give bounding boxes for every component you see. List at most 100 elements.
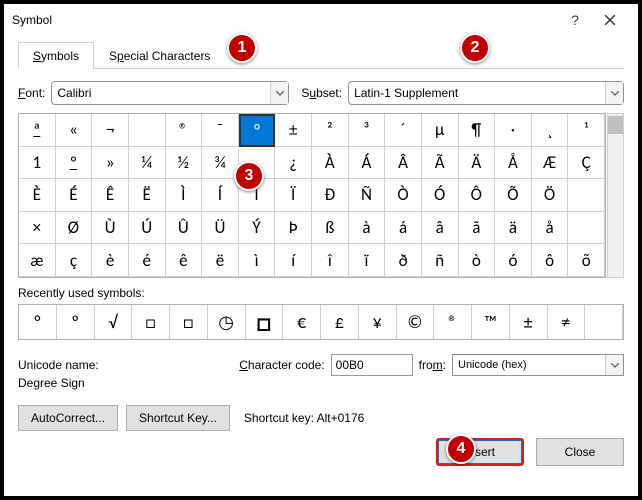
grid-cell[interactable]: Ù [92, 212, 129, 245]
grid-cell[interactable]: º [56, 147, 93, 180]
recent-cell[interactable]: ™ [472, 305, 510, 339]
from-combo[interactable] [452, 354, 624, 376]
recent-cell[interactable]: ® [434, 305, 472, 339]
grid-cell[interactable]: Ñ [349, 179, 386, 212]
grid-cell[interactable]: Ô [459, 179, 496, 212]
grid-cell[interactable]: ¶ [459, 114, 496, 147]
recent-cell[interactable]: □ [132, 305, 170, 339]
grid-cell[interactable]: Ç [568, 147, 605, 180]
grid-cell[interactable]: ¹ [568, 114, 605, 147]
grid-cell[interactable]: Û [166, 212, 203, 245]
grid-cell[interactable]: · [495, 114, 532, 147]
font-combo[interactable] [51, 81, 289, 105]
grid-cell[interactable]: Ë [129, 179, 166, 212]
grid-cell[interactable]: Á [349, 147, 386, 180]
chevron-down-icon[interactable] [605, 82, 623, 104]
recent-cell[interactable]: º [57, 305, 95, 339]
font-input[interactable] [52, 86, 270, 100]
from-input[interactable] [453, 359, 605, 371]
grid-cell[interactable]: ç [56, 244, 93, 277]
grid-cell[interactable]: ½ [166, 147, 203, 180]
grid-cell[interactable]: Ä [459, 147, 496, 180]
grid-cell[interactable]: ² [312, 114, 349, 147]
grid-cell[interactable] [129, 114, 166, 147]
grid-cell[interactable]: Ö [532, 179, 569, 212]
grid-cell[interactable]: Þ [275, 212, 312, 245]
grid-cell[interactable]: Ð [312, 179, 349, 212]
tab-special-characters[interactable]: Special Characters [94, 42, 225, 69]
grid-cell[interactable]: É [56, 179, 93, 212]
tab-symbols[interactable]: Symbols [18, 42, 94, 69]
grid-cell[interactable]: ô [532, 244, 569, 277]
grid-cell[interactable]: Ï [275, 179, 312, 212]
grid-cell[interactable]: È [19, 179, 56, 212]
subset-input[interactable] [349, 86, 605, 100]
grid-cell[interactable]: µ [422, 114, 459, 147]
recent-cell[interactable]: ° [19, 305, 57, 339]
grid-cell[interactable]: â [422, 212, 459, 245]
grid-cell[interactable]: ì [239, 244, 276, 277]
grid-cell[interactable]: ò [459, 244, 496, 277]
grid-cell[interactable]: ê [166, 244, 203, 277]
grid-cell[interactable]: Ø [56, 212, 93, 245]
grid-cell[interactable]: í [275, 244, 312, 277]
autocorrect-button[interactable]: AutoCorrect... [18, 405, 118, 431]
subset-combo[interactable] [348, 81, 624, 105]
grid-cell[interactable]: Ü [202, 212, 239, 245]
grid-cell[interactable]: à [349, 212, 386, 245]
grid-cell[interactable]: î [312, 244, 349, 277]
grid-cell[interactable]: ´ [385, 114, 422, 147]
grid-cell[interactable]: ± [275, 114, 312, 147]
grid-cell[interactable]: ë [202, 244, 239, 277]
recent-cell[interactable]: ≠ [548, 305, 586, 339]
recent-cell[interactable] [585, 305, 623, 339]
grid-cell[interactable]: è [92, 244, 129, 277]
grid-cell[interactable]: Â [385, 147, 422, 180]
grid-cell[interactable]: å [532, 212, 569, 245]
char-code-input[interactable] [331, 354, 413, 376]
grid-cell[interactable]: æ [19, 244, 56, 277]
close-button[interactable]: Close [536, 438, 624, 466]
grid-cell[interactable]: Ã [422, 147, 459, 180]
grid-cell[interactable]: á [385, 212, 422, 245]
chevron-down-icon[interactable] [605, 355, 623, 375]
character-grid[interactable]: ª«¬®¯°±²³´µ¶·¸¹1º»¼½¾¿ÀÁÂÃÄÅÆÇÈÉÊËÌÍÎÏÐÑ… [18, 113, 606, 278]
grid-cell[interactable]: ¸ [532, 114, 569, 147]
recent-cell[interactable]: ± [510, 305, 548, 339]
grid-cell[interactable]: 1 [19, 147, 56, 180]
grid-cell[interactable]: ° [239, 114, 276, 147]
shortcut-key-button[interactable]: Shortcut Key... [126, 405, 230, 431]
grid-cell[interactable]: ð [385, 244, 422, 277]
grid-cell[interactable]: ¬ [92, 114, 129, 147]
help-button[interactable]: ? [560, 4, 590, 36]
scrollbar[interactable] [607, 113, 624, 278]
grid-cell[interactable]: ï [349, 244, 386, 277]
grid-cell[interactable]: Ì [166, 179, 203, 212]
grid-cell[interactable]: ó [495, 244, 532, 277]
recent-cell[interactable]: £ [321, 305, 359, 339]
grid-cell[interactable]: Õ [495, 179, 532, 212]
recent-cell[interactable]: √ [95, 305, 133, 339]
grid-cell[interactable]: ® [166, 114, 203, 147]
grid-cell[interactable]: ª [19, 114, 56, 147]
grid-cell[interactable] [568, 212, 605, 245]
grid-cell[interactable]: ä [495, 212, 532, 245]
grid-cell[interactable]: Ò [385, 179, 422, 212]
grid-cell[interactable]: À [312, 147, 349, 180]
grid-cell[interactable]: ß [312, 212, 349, 245]
chevron-down-icon[interactable] [270, 82, 288, 104]
grid-cell[interactable] [568, 179, 605, 212]
grid-cell[interactable]: Ý [239, 212, 276, 245]
grid-cell[interactable]: Æ [532, 147, 569, 180]
grid-cell[interactable]: « [56, 114, 93, 147]
grid-cell[interactable]: é [129, 244, 166, 277]
close-window-button[interactable] [590, 4, 630, 36]
grid-cell[interactable]: Ó [422, 179, 459, 212]
recent-symbols-grid[interactable]: °º√□□◷□€£¥©®™±≠ [18, 304, 624, 340]
recent-cell[interactable]: € [283, 305, 321, 339]
recent-cell[interactable]: □ [170, 305, 208, 339]
grid-cell[interactable]: Å [495, 147, 532, 180]
recent-cell[interactable]: © [397, 305, 435, 339]
recent-cell[interactable]: ◷ [208, 305, 246, 339]
grid-cell[interactable]: ¼ [129, 147, 166, 180]
